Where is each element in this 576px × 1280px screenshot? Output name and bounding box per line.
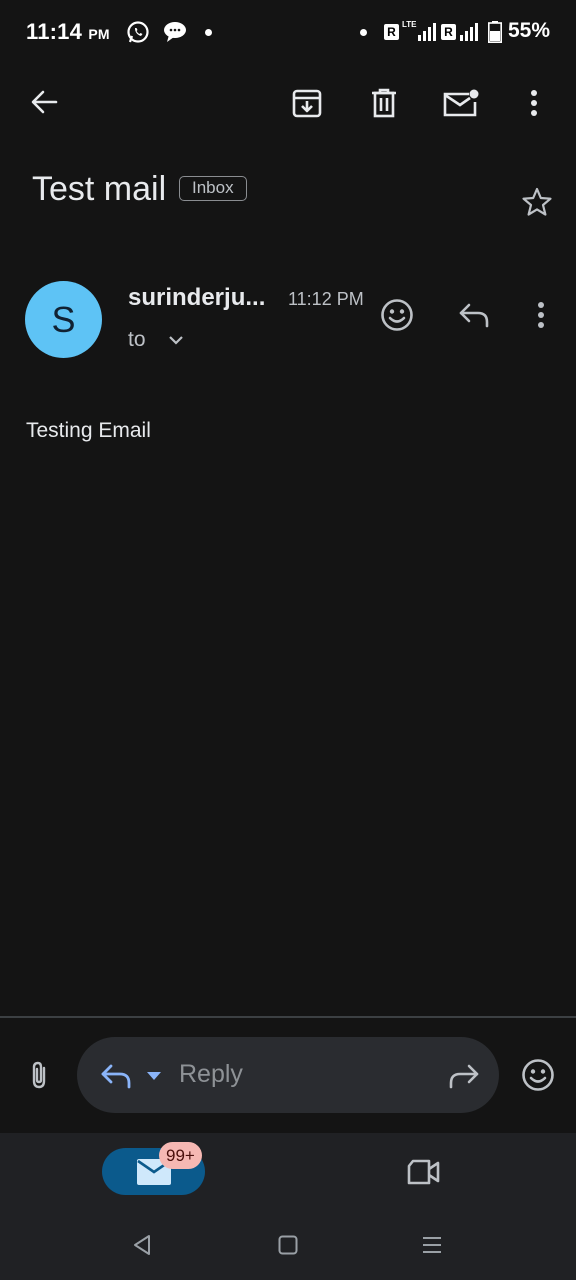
signal-icon-2 (460, 23, 480, 41)
reply-compose-bar[interactable] (77, 1037, 499, 1113)
star-icon (522, 187, 552, 216)
more-vert-icon (538, 302, 544, 328)
inbox-label-chip[interactable]: Inbox (179, 176, 247, 201)
signal-icon (418, 23, 438, 41)
trash-icon (372, 88, 396, 118)
more-vert-icon (531, 90, 537, 116)
back-button[interactable] (20, 80, 68, 124)
chevron-down-icon (169, 336, 184, 346)
compose-emoji-button[interactable] (516, 1053, 560, 1097)
reply-icon (459, 303, 489, 328)
video-camera-icon (407, 1159, 440, 1185)
unread-count-badge: 99+ (159, 1142, 202, 1169)
status-time-value: 11:14 (26, 19, 83, 44)
whatsapp-icon (126, 20, 150, 44)
status-time-ampm: PM (88, 26, 110, 42)
sender-name[interactable]: surinderju... (128, 284, 265, 312)
mark-unread-button[interactable] (438, 80, 484, 126)
delete-button[interactable] (361, 80, 407, 126)
reply-input[interactable]: Reply (179, 1060, 243, 1089)
attach-button[interactable] (18, 1053, 60, 1097)
message-more-button[interactable] (522, 293, 560, 337)
forward-icon (449, 1064, 479, 1089)
system-home-button[interactable] (273, 1230, 303, 1260)
square-home-icon (278, 1235, 298, 1255)
battery-percent: 55% (507, 19, 550, 42)
archive-button[interactable] (284, 80, 330, 126)
menu-lines-icon (423, 1237, 441, 1253)
divider (0, 1016, 576, 1018)
emoji-icon (381, 299, 413, 331)
add-reaction-button[interactable] (375, 293, 419, 337)
reply-type-button[interactable] (96, 1058, 136, 1094)
reply-button[interactable] (452, 293, 496, 337)
forward-button[interactable] (444, 1058, 484, 1094)
sent-time: 11:12 PM (288, 289, 364, 309)
star-button[interactable] (516, 181, 558, 223)
more-options-button[interactable] (515, 80, 553, 126)
network-type-label: LTE (402, 20, 417, 29)
reply-icon (101, 1064, 131, 1089)
dot-icon (360, 29, 367, 36)
sender-avatar[interactable]: S (25, 281, 102, 358)
email-body: Testing Email (26, 419, 151, 442)
system-back-button[interactable] (126, 1230, 158, 1260)
arrow-left-icon (31, 90, 58, 114)
notification-dot-icon (205, 29, 212, 36)
attachment-icon (32, 1061, 46, 1089)
recipient-details-toggle[interactable]: to (128, 328, 184, 352)
status-time: 11:14 PM (26, 19, 110, 45)
system-recents-button[interactable] (416, 1230, 448, 1260)
chat-bubble-icon (163, 21, 187, 43)
archive-icon (292, 89, 322, 118)
mark-unread-icon (443, 89, 479, 117)
battery-icon (488, 21, 502, 43)
status-bar: 11:14 PM R LTE R 55% (0, 0, 576, 64)
to-label: to (128, 328, 146, 351)
meet-tab[interactable] (400, 1150, 446, 1194)
roaming-icon: R (384, 24, 399, 40)
email-subject: Test mail (32, 170, 167, 208)
roaming-icon-2: R (441, 24, 456, 40)
emoji-icon (522, 1059, 554, 1091)
caret-down-icon[interactable] (146, 1071, 162, 1081)
triangle-back-icon (134, 1235, 150, 1255)
